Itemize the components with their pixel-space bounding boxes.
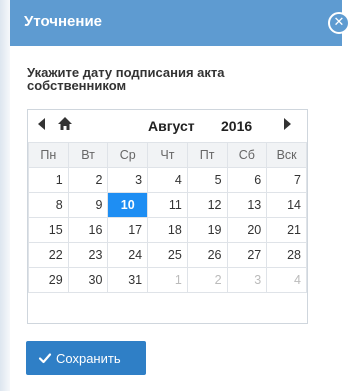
day-cell[interactable]: 1: [28, 167, 69, 193]
date-prompt: Укажите дату подписания акта собственник…: [27, 65, 225, 93]
day-cell[interactable]: 3: [107, 167, 149, 193]
day-cell[interactable]: 29: [28, 267, 69, 293]
close-icon[interactable]: ✕: [328, 12, 350, 34]
day-cell[interactable]: 2: [67, 167, 109, 193]
calendar-week: 8 9 10 11 12 13 14: [28, 192, 307, 218]
weekday-header: Чт: [147, 142, 188, 168]
day-cell[interactable]: 11: [147, 192, 188, 218]
weekday-header: Сб: [226, 142, 268, 168]
chevron-left-icon[interactable]: [38, 118, 45, 130]
weekday-header: Ср: [107, 142, 149, 168]
day-cell[interactable]: 25: [147, 242, 188, 268]
save-button-label: Сохранить: [56, 351, 121, 366]
weekday-row: Пн Вт Ср Чт Пт Сб Вск: [28, 142, 307, 168]
calendar-week: 22 23 24 25 26 27 28: [28, 242, 307, 268]
weekday-header: Пт: [186, 142, 228, 168]
day-cell[interactable]: 26: [186, 242, 228, 268]
dialog-header: Уточнение: [10, 0, 342, 46]
checkmark-icon: [38, 353, 52, 364]
calendar-month[interactable]: Август: [148, 118, 195, 134]
date-picker: Август 2016 Пн Вт Ср Чт Пт Сб Вск 1 2 3 …: [27, 109, 308, 324]
day-cell-other-month[interactable]: 4: [266, 267, 307, 293]
day-cell[interactable]: 17: [107, 217, 149, 243]
day-cell[interactable]: 7: [266, 167, 307, 193]
day-cell[interactable]: 4: [147, 167, 188, 193]
day-cell[interactable]: 30: [67, 267, 109, 293]
day-cell[interactable]: 21: [266, 217, 307, 243]
weekday-header: Пн: [28, 142, 69, 168]
dialog-title: Уточнение: [24, 13, 103, 30]
background-panel: [0, 0, 10, 391]
weekday-header: Вт: [67, 142, 109, 168]
day-cell[interactable]: 9: [67, 192, 109, 218]
day-cell[interactable]: 27: [226, 242, 268, 268]
calendar-year[interactable]: 2016: [221, 118, 252, 134]
calendar-week: 15 16 17 18 19 20 21: [28, 217, 307, 243]
day-cell[interactable]: 23: [67, 242, 109, 268]
date-dialog: Уточнение ✕ Укажите дату подписания акта…: [10, 0, 350, 391]
day-cell-other-month[interactable]: 2: [186, 267, 228, 293]
calendar-grid: Пн Вт Ср Чт Пт Сб Вск 1 2 3 4 5 6 7 8 9 …: [28, 142, 307, 293]
home-icon[interactable]: [56, 115, 74, 133]
day-cell[interactable]: 16: [67, 217, 109, 243]
day-cell[interactable]: 22: [28, 242, 69, 268]
calendar-week: 1 2 3 4 5 6 7: [28, 167, 307, 193]
calendar-nav: Август 2016: [28, 110, 307, 140]
day-cell[interactable]: 28: [266, 242, 307, 268]
day-cell[interactable]: 6: [226, 167, 268, 193]
day-cell[interactable]: 18: [147, 217, 188, 243]
day-cell[interactable]: 5: [186, 167, 228, 193]
day-cell[interactable]: 8: [28, 192, 69, 218]
day-cell[interactable]: 20: [226, 217, 268, 243]
day-cell[interactable]: 14: [266, 192, 307, 218]
day-cell-selected[interactable]: 10: [107, 192, 149, 218]
day-cell[interactable]: 31: [107, 267, 149, 293]
day-cell[interactable]: 19: [186, 217, 228, 243]
day-cell[interactable]: 24: [107, 242, 149, 268]
day-cell-other-month[interactable]: 3: [226, 267, 268, 293]
day-cell[interactable]: 12: [186, 192, 228, 218]
weekday-header: Вск: [266, 142, 307, 168]
day-cell[interactable]: 15: [28, 217, 69, 243]
save-button[interactable]: Сохранить: [26, 341, 146, 375]
chevron-right-icon[interactable]: [284, 118, 291, 130]
day-cell-other-month[interactable]: 1: [147, 267, 188, 293]
day-cell[interactable]: 13: [226, 192, 268, 218]
calendar-week: 29 30 31 1 2 3 4: [28, 267, 307, 293]
